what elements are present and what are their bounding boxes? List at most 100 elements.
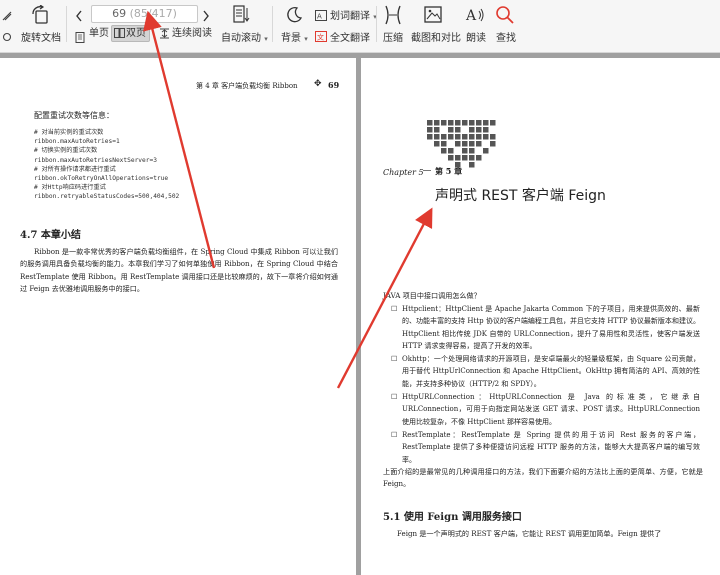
ruler-icon[interactable] [2,6,12,21]
mosaic-cell [462,155,468,161]
previous-page-icon[interactable] [75,7,83,22]
continuous-reading-icon [159,28,170,44]
single-page-button[interactable]: 单页 [86,26,112,41]
search-icon[interactable] [495,5,515,25]
code-line: ribbon.okToRetryOnAllOperations=true [34,175,169,182]
double-page-icon [114,28,125,43]
single-page-icon [75,28,85,43]
svg-text:文: 文 [317,33,324,42]
mosaic-cell [469,141,475,147]
mosaic-cell [441,148,447,154]
refresh-icon[interactable] [2,27,12,42]
mosaic-cell [490,134,496,140]
mosaic-cell [476,141,482,147]
word-translate-label: 划词翻译 [330,11,370,22]
checkbox-icon: ☐ [391,393,398,401]
continuous-reading-button[interactable]: 连续阅读 [157,26,215,41]
section-text: Feign 是一个声明式的 REST 客户端，它能让 REST 调用更加简单。F… [397,529,662,538]
read-aloud-button[interactable]: 朗读 [466,29,486,44]
mosaic-cell [427,127,433,133]
mosaic-cell [441,141,447,147]
bullet-httpurlconnection: ☐ HttpURLConnection：HttpURLConnection 是 … [391,391,700,428]
chevron-down-icon: ▾ [264,35,268,43]
config-title: 配置重试次数等信息： [34,111,114,120]
mosaic-cell [434,134,440,140]
compress-button[interactable]: 压缩 [383,29,403,44]
mosaic-cell [455,134,461,140]
page-header-title: 第 4 章 客户端负载均衡 Ribbon [196,82,298,90]
mosaic-cell [476,120,482,126]
mosaic-cell [462,120,468,126]
page-number-input[interactable]: 69 (85/417) [91,5,198,23]
right-page: Chapter 5 第 5 章 声明式 REST 客户端 Feign JAVA … [361,58,720,575]
mosaic-cell [448,148,454,154]
mosaic-cell [434,127,440,133]
bullet-text: Okhttp：一个处理网络请求的开源项目，是安卓端最火的轻量级框架，由 Squa… [402,355,700,388]
page-number: 69 [328,80,340,90]
mosaic-cell [483,127,489,133]
mosaic-cell [462,148,468,154]
page-total: (85/417) [129,7,177,20]
mosaic-cell [469,120,475,126]
auto-scroll-icon[interactable] [232,5,250,25]
code-block: # 对当前实例的重试次数 ribbon.maxAutoRetries=1 # 切换实… [34,128,334,208]
screenshot-compare-button[interactable]: 截图和对比 [411,29,461,44]
bullet-okhttp: ☐ Okhttp：一个处理网络请求的开源项目，是安卓端最火的轻量级框架，由 Sq… [391,353,700,390]
moon-icon[interactable] [285,6,303,24]
auto-scroll-button[interactable]: 自动滚动 ▾ [221,29,268,44]
chapter-label: 第 5 章 [435,166,463,176]
mosaic-cell [476,155,482,161]
mosaic-cell [469,148,475,154]
code-line: ribbon.maxAutoRetriesNextServer=3 [34,156,157,164]
double-page-label: 双页 [126,28,146,39]
mosaic-cell [448,155,454,161]
continuous-reading-label: 连续阅读 [172,28,212,39]
mosaic-cell [483,148,489,154]
section-heading: 4.7 本章小结 [20,230,81,241]
compress-icon[interactable] [384,5,402,25]
auto-scroll-label: 自动滚动 [221,33,261,44]
code-line: # 切换实例的重试次数 [34,147,98,155]
mosaic-cell [469,155,475,161]
intro-text: JAVA 项目中接口调用怎么做？ [383,291,481,300]
code-line: ribbon.maxAutoRetries=1 [34,138,120,146]
chapter-divider [423,170,431,171]
bullet-text: RestTemplate：RestTemplate 是 Spring 提供的用于… [402,431,700,464]
double-page-button[interactable]: 双页 [111,25,150,42]
mosaic-cell [434,120,440,126]
mosaic-cell [476,127,482,133]
mosaic-cell [490,120,496,126]
section-paragraph: Feign 是一个声明式的 REST 客户端，它能让 REST 调用更加简单。F… [383,528,713,540]
full-translate-icon: 文 [315,27,327,42]
checkbox-icon: ☐ [391,355,398,363]
rotate-document-button[interactable]: 旋转文档 [21,29,61,44]
background-button[interactable]: 背景 ▾ [281,29,308,44]
mosaic-cell [462,141,468,147]
checkbox-icon: ☐ [391,431,398,439]
mosaic-cell [455,141,461,147]
mosaic-cell [441,134,447,140]
header-ornament-icon: ✥ [314,79,322,89]
next-page-icon[interactable] [202,7,210,22]
mosaic-cell [469,162,475,168]
word-translate-button[interactable]: 划词翻译 ▾ [330,7,377,22]
code-line: ribbon.retryableStatusCodes=500,404,502 [34,193,180,201]
svg-text:A: A [465,8,477,24]
rotate-document-icon[interactable] [30,4,52,25]
chapter-word: Chapter 5 [383,168,424,177]
section-heading: 5.1 使用 Feign 调用服务接口 [383,512,522,523]
search-button[interactable]: 查找 [496,29,516,44]
mosaic-cell [434,141,440,147]
read-aloud-icon[interactable]: A [465,5,485,25]
full-translate-button[interactable]: 全文翻译 [330,29,370,44]
svg-text:A: A [317,13,322,21]
word-translate-icon: A [315,6,327,21]
summary-paragraph: Ribbon 是一款非常优秀的客户端负载均衡组件，在 Spring Cloud … [20,246,338,296]
mosaic-cell [476,134,482,140]
bullet-httpclient: ☐ Httpclient：HttpClient 是 Apache Jakarta… [391,303,700,353]
left-page: 第 4 章 客户端负载均衡 Ribbon ✥ 69 配置重试次数等信息： # 对… [0,58,356,575]
mosaic-cell [448,127,454,133]
screenshot-compare-icon[interactable] [424,5,442,25]
mosaic-cell [483,134,489,140]
mosaic-cell [455,155,461,161]
